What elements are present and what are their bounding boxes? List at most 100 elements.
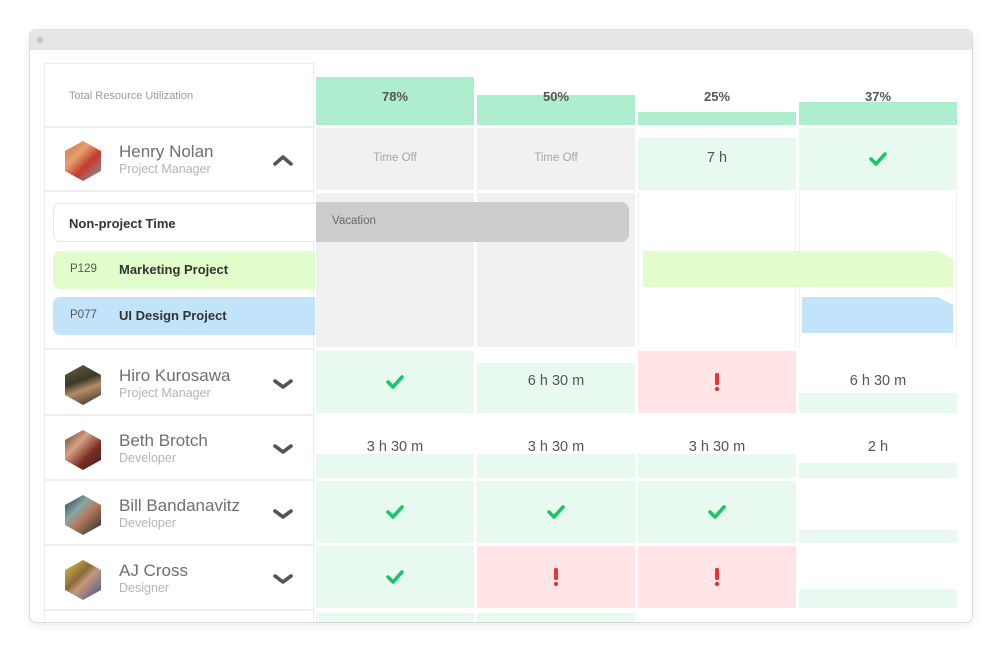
schedule-cell[interactable]: 3 h 30 m [477,416,635,478]
task-ui-design-project[interactable]: P077 UI Design Project [53,297,315,335]
person-name: AJ Cross [119,561,188,580]
schedule-cell[interactable]: 6 h 30 m [799,351,957,413]
task-name: UI Design Project [119,308,227,323]
schedule-cell[interactable] [316,546,474,608]
check-icon-wrap [385,374,405,390]
chevron-down-icon[interactable] [273,441,293,457]
hours-label: 3 h 30 m [527,439,585,455]
person-row-bill-bandanavitz[interactable]: Bill Bandanavitz Developer [45,482,313,546]
task-name: Marketing Project [119,262,229,277]
schedule-cell[interactable] [638,546,796,608]
person-role: Designer [119,581,170,595]
person-name: Beth Brotch [119,431,208,450]
alert-icon-wrap [714,567,720,587]
ui-design-project-bar[interactable] [802,297,953,333]
check-icon [386,375,404,389]
schedule-cell[interactable] [799,481,957,543]
task-marketing-project[interactable]: P129 Marketing Project [53,251,315,289]
check-icon-wrap [546,504,566,520]
sidebar-header: Total Resource Utilization [45,64,313,128]
vacation-bar[interactable]: Vacation [316,202,629,242]
person-row-hiro-kurosawa[interactable]: Hiro Kurosawa Project Manager [45,352,313,416]
check-icon [869,152,887,166]
hours-label: 6 h 30 m [527,373,585,389]
alert-icon-wrap [714,372,720,392]
resource-sidebar: Total Resource Utilization Henry Nolan P… [44,63,315,622]
vacation-label: Vacation [332,215,376,227]
time-off-label: Time Off [373,152,417,164]
check-icon [547,505,565,519]
exclamation-icon [714,568,720,587]
hours-label: 3 h 30 m [688,439,746,455]
schedule-cell[interactable]: 2 h [799,416,957,478]
schedule-cell[interactable]: 7 h [638,128,796,190]
time-off-label: Time Off [534,152,578,164]
schedule-cell[interactable] [799,128,957,190]
avatar [65,141,101,181]
person-name: Henry Nolan [119,142,214,161]
hours-label: 2 h [867,439,889,455]
marketing-project-bar[interactable] [643,251,953,287]
check-icon [708,505,726,519]
utilization-bar [638,112,796,125]
person-row-aj-cross[interactable]: AJ Cross Designer [45,547,313,611]
window-dot-icon[interactable] [37,37,43,43]
person-role: Developer [119,451,176,465]
utilization-fill [799,530,957,543]
check-icon-wrap [707,504,727,520]
title-bar [30,30,972,50]
utilization-fill [799,463,957,478]
person-row-beth-brotch[interactable]: Beth Brotch Developer [45,417,313,481]
schedule-cell[interactable] [799,546,957,608]
chevron-down-icon[interactable] [273,506,293,522]
schedule-cell[interactable]: 6 h 30 m [477,351,635,413]
chevron-up-icon[interactable] [273,152,293,168]
utilization-label: 37% [864,89,892,104]
task-code: P129 [70,263,97,275]
utilization-label: 78% [381,89,409,104]
avatar [65,560,101,600]
person-role: Developer [119,516,176,530]
schedule-cell-partial [316,613,474,622]
check-icon-wrap [385,569,405,585]
check-icon [386,570,404,584]
utilization-fill [316,454,474,478]
task-name: Non-project Time [69,216,176,231]
utilization-fill [799,393,957,413]
expanded-task-list: Non-project Time P129 Marketing Project … [45,194,315,350]
total-utilization-label: Total Resource Utilization [69,90,194,102]
utilization-label: 25% [703,89,731,104]
task-code: P077 [70,309,97,321]
check-icon [386,505,404,519]
person-role: Project Manager [119,162,211,176]
schedule-cell-partial [477,613,635,622]
hours-label: 6 h 30 m [849,373,907,389]
schedule-cell[interactable]: 3 h 30 m [638,416,796,478]
utilization-label: 50% [542,89,570,104]
schedule-cell[interactable]: Time Off [477,128,635,190]
schedule-cell[interactable] [638,481,796,543]
avatar [65,495,101,535]
chevron-down-icon[interactable] [273,571,293,587]
schedule-cell[interactable] [477,481,635,543]
check-icon-wrap [385,504,405,520]
chevron-down-icon[interactable] [273,376,293,392]
avatar [65,365,101,405]
schedule-cell[interactable] [316,351,474,413]
hours-label: 7 h [706,150,728,166]
schedule-cell[interactable]: 3 h 30 m [316,416,474,478]
utilization-fill [638,454,796,478]
schedule-cell[interactable] [316,481,474,543]
schedule-cell[interactable] [477,546,635,608]
person-role: Project Manager [119,386,211,400]
schedule-cell[interactable] [638,351,796,413]
person-name: Bill Bandanavitz [119,496,240,515]
hours-label: 3 h 30 m [366,439,424,455]
app-window: Total Resource Utilization Henry Nolan P… [30,30,972,622]
person-name: Hiro Kurosawa [119,366,231,385]
person-row-henry-nolan[interactable]: Henry Nolan Project Manager [45,128,313,192]
alert-icon-wrap [553,567,559,587]
utilization-fill [477,454,635,478]
schedule-cell[interactable]: Time Off [316,128,474,190]
task-non-project-time[interactable]: Non-project Time [53,203,315,242]
